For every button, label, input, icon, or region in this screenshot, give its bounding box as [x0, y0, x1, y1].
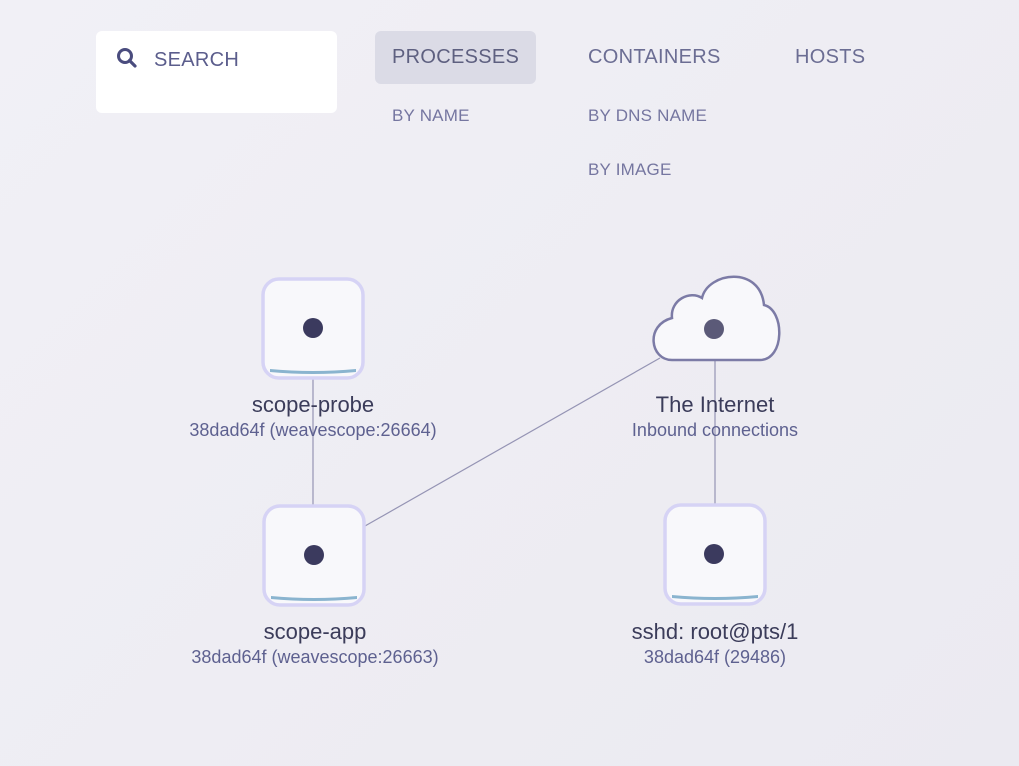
node-subtitle: Inbound connections [631, 420, 799, 440]
node-title: sshd: root@pts/1 [631, 619, 799, 644]
node-subtitle: 38dad64f (29486) [643, 647, 787, 667]
node-label-scope-app: scope-app 38dad64f (weavescope:26663) [191, 619, 438, 668]
edge-internet-scope-app [364, 357, 661, 527]
node-title: The Internet [655, 392, 775, 417]
cloud-icon [652, 275, 781, 362]
node-dot [303, 318, 323, 338]
node-label-scope-probe: scope-probe 38dad64f (weavescope:26664) [189, 392, 436, 441]
node-scope-probe[interactable] [261, 277, 365, 380]
node-label-the-internet: The Internet Inbound connections [632, 392, 798, 441]
node-title: scope-probe [251, 392, 375, 417]
node-sshd[interactable] [663, 503, 767, 606]
node-the-internet[interactable] [652, 275, 781, 362]
node-dot [704, 319, 724, 339]
node-subtitle: 38dad64f (weavescope:26663) [191, 647, 439, 667]
node-dot [704, 544, 724, 564]
node-scope-app[interactable] [262, 504, 366, 607]
node-dot [304, 545, 324, 565]
node-title: scope-app [263, 619, 367, 644]
node-subtitle: 38dad64f (weavescope:26664) [189, 420, 437, 440]
node-label-sshd: sshd: root@pts/1 38dad64f (29486) [632, 619, 799, 668]
topology-graph [261, 275, 781, 607]
